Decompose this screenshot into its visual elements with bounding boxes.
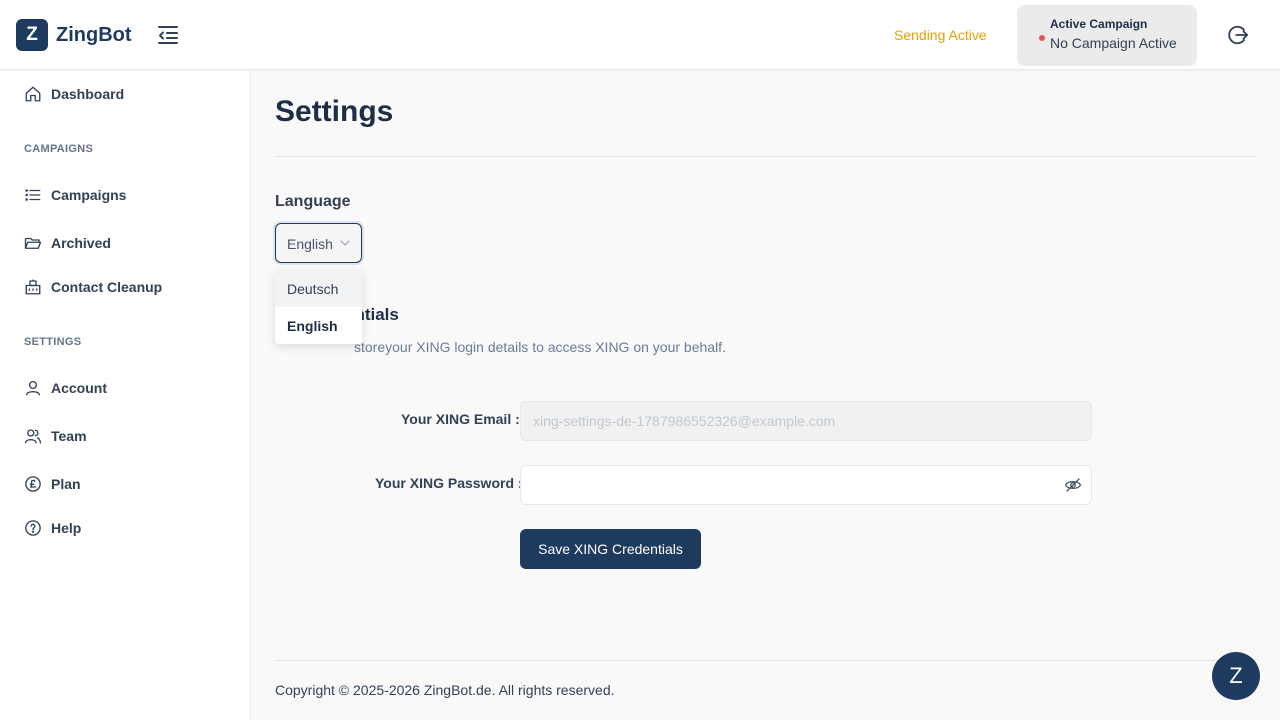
language-dropdown-menu: Deutsch English <box>275 270 362 344</box>
language-label: Language <box>275 193 351 210</box>
email-field[interactable] <box>520 401 1092 441</box>
sidebar-item-team[interactable]: Team <box>24 424 87 448</box>
sidebar-collapse-icon[interactable] <box>156 24 180 46</box>
chat-launcher-button[interactable]: Z <box>1212 652 1260 700</box>
brand-name[interactable]: ZingBot <box>56 24 132 47</box>
language-option-english[interactable]: English <box>275 307 362 344</box>
users-icon <box>24 429 42 444</box>
eye-off-icon[interactable] <box>1064 476 1082 494</box>
sidebar-item-label: Plan <box>51 476 81 492</box>
credentials-description: storeyour XING login details to access X… <box>354 339 726 355</box>
sidebar-item-account[interactable]: Account <box>24 376 107 400</box>
sidebar-item-label: Archived <box>51 235 111 251</box>
sidebar-item-help[interactable]: Help <box>24 516 81 540</box>
sidebar-item-label: Dashboard <box>51 86 125 102</box>
sidebar-item-label: Help <box>51 520 82 536</box>
active-campaign-panel[interactable]: Active Campaign No Campaign Active <box>1017 5 1197 66</box>
status-dot <box>1039 35 1045 41</box>
home-icon <box>25 86 41 102</box>
email-label: Your XING Email : <box>401 411 520 427</box>
sidebar-item-archived[interactable]: Archived <box>24 231 111 255</box>
section-label-settings: SETTINGS <box>24 336 82 348</box>
sidebar-item-plan[interactable]: Plan <box>24 472 81 496</box>
help-circle-icon <box>25 520 41 536</box>
building-icon <box>25 279 41 295</box>
page-title: Settings <box>275 95 394 128</box>
sending-status: Sending Active <box>894 27 987 43</box>
pound-icon <box>25 476 41 492</box>
logout-icon[interactable] <box>1227 24 1249 46</box>
brand-logo[interactable]: Z <box>16 19 48 51</box>
language-select-value: English <box>287 236 333 252</box>
save-credentials-button[interactable]: Save XING Credentials <box>520 529 701 569</box>
sidebar-item-label: Contact Cleanup <box>51 279 163 295</box>
sidebar: Dashboard CAMPAIGNS Campaigns Archived C… <box>0 71 251 720</box>
chevron-down-icon <box>340 240 350 246</box>
active-campaign-value: No Campaign Active <box>1050 35 1177 51</box>
sidebar-item-dashboard[interactable]: Dashboard <box>24 82 124 106</box>
top-header: Z ZingBot Sending Active Active Campaign… <box>0 0 1280 70</box>
divider <box>275 156 1255 157</box>
password-label: Your XING Password : <box>375 475 523 491</box>
password-field[interactable] <box>520 465 1092 505</box>
folder-open-icon <box>24 237 42 249</box>
footer-divider <box>275 660 1255 661</box>
active-campaign-title: Active Campaign <box>1050 17 1148 31</box>
sidebar-item-label: Account <box>51 380 107 396</box>
sidebar-item-label: Team <box>51 428 87 444</box>
sidebar-item-label: Campaigns <box>51 187 127 203</box>
sidebar-item-contact-cleanup[interactable]: Contact Cleanup <box>24 275 162 299</box>
list-icon <box>25 189 41 201</box>
language-option-deutsch[interactable]: Deutsch <box>275 270 362 307</box>
language-select[interactable]: English <box>275 223 362 263</box>
footer-copyright: Copyright © 2025-2026 ZingBot.de. All ri… <box>275 682 615 698</box>
sidebar-item-campaigns[interactable]: Campaigns <box>24 183 126 207</box>
section-label-campaigns: CAMPAIGNS <box>24 143 94 155</box>
user-icon <box>25 380 41 396</box>
